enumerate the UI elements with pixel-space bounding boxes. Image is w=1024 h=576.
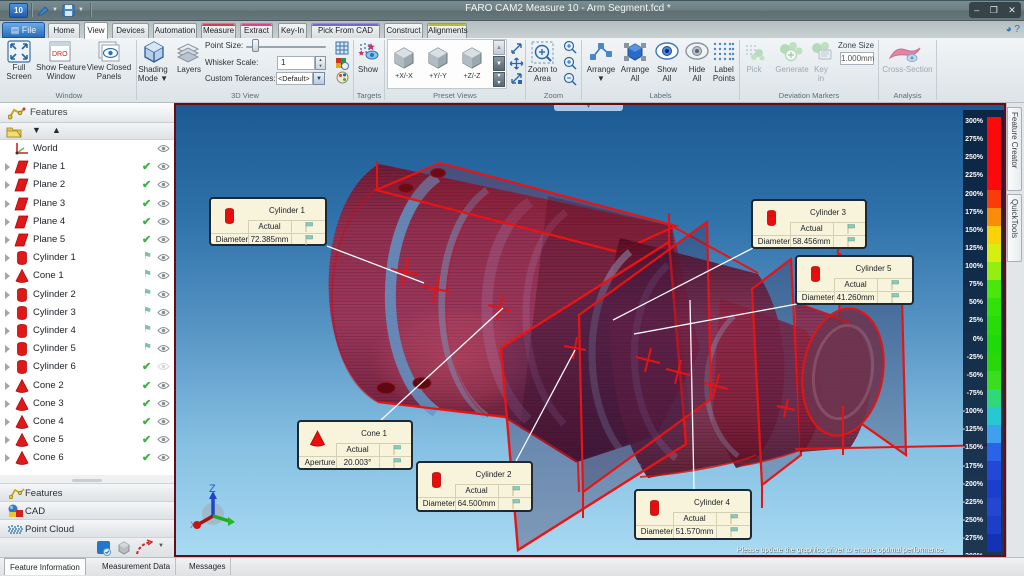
svg-text:Please update the graphics dri: Please update the graphics driver to ens… <box>737 545 946 554</box>
svg-text:X: X <box>190 520 196 530</box>
svg-text:DRO: DRO <box>52 51 68 58</box>
